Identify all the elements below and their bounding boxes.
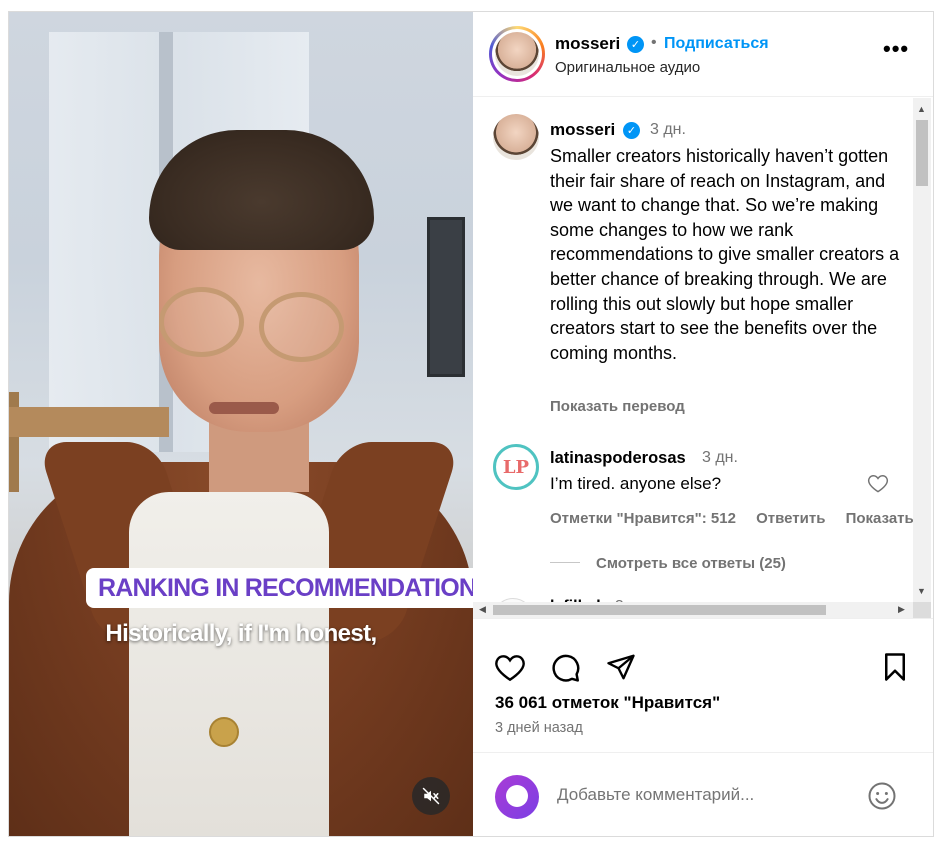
avatar <box>495 32 539 76</box>
comment-likes-count[interactable]: Отметки "Нравится": 512 <box>550 510 736 527</box>
replies-divider <box>550 562 580 563</box>
likes-count[interactable]: 36 061 отметок "Нравится" <box>495 693 720 713</box>
audio-link[interactable]: Оригинальное аудио <box>555 59 700 76</box>
verified-icon: ✓ <box>623 122 640 139</box>
post-panel: mosseri ✓ • Подписаться Оригинальное ауд… <box>473 12 933 836</box>
mute-button[interactable] <box>412 777 450 815</box>
glasses-right-lens <box>259 292 344 362</box>
avatar <box>495 775 539 819</box>
video-subtitle: Historically, if I'm honest, <box>105 620 377 647</box>
scrollbar-thumb[interactable] <box>916 120 928 186</box>
show-translation-link[interactable]: Показать перевод <box>550 398 685 415</box>
heart-icon <box>867 474 889 493</box>
comment-meta: Отметки "Нравится": 512 Ответить Показат… <box>550 510 930 527</box>
reel-video[interactable]: RANKING IN RECOMMENDATIONS Historically,… <box>9 12 473 836</box>
follow-button[interactable]: Подписаться <box>664 35 769 53</box>
person-shirt <box>129 492 329 836</box>
bookmark-icon <box>885 653 905 681</box>
horizontal-scrollbar[interactable]: ◀ ▶ <box>473 602 913 618</box>
author-username[interactable]: mosseri <box>555 34 620 54</box>
necklace-pendant <box>209 717 239 747</box>
comment-input[interactable] <box>557 785 817 805</box>
person-hair <box>149 130 374 250</box>
comment-icon <box>552 654 580 682</box>
show-translation-comment-link[interactable]: Показать <box>846 510 914 527</box>
separator-dot: • <box>651 34 657 51</box>
scroll-left-arrow[interactable]: ◀ <box>479 604 486 615</box>
emoji-icon <box>868 782 896 810</box>
comment-button[interactable] <box>550 652 581 688</box>
scroll-up-arrow[interactable]: ▲ <box>917 104 926 114</box>
avatar[interactable] <box>493 114 539 160</box>
post-author-username[interactable]: mosseri <box>550 120 615 140</box>
wall-picture <box>427 217 465 377</box>
share-button[interactable] <box>606 652 636 687</box>
save-button[interactable] <box>881 652 909 687</box>
author-avatar-story-ring[interactable] <box>489 26 545 82</box>
emoji-button[interactable] <box>867 781 897 816</box>
scrollbar-corner <box>913 602 931 618</box>
comment-like-button[interactable] <box>867 473 889 498</box>
comments-scroll-area[interactable]: mosseri ✓ 3 дн. Smaller creators histori… <box>473 98 933 618</box>
heart-icon <box>495 655 525 682</box>
scroll-right-arrow[interactable]: ▶ <box>898 604 905 615</box>
vertical-scrollbar[interactable]: ▲ ▼ <box>913 98 931 602</box>
avatar-initials: LP <box>502 456 530 478</box>
scrollbar-thumb[interactable] <box>493 605 826 615</box>
comment-username[interactable]: latinaspoderosas <box>550 449 686 468</box>
glasses-left-lens <box>159 287 244 357</box>
scroll-down-arrow[interactable]: ▼ <box>917 586 926 596</box>
video-title-badge: RANKING IN RECOMMENDATIONS <box>86 568 473 608</box>
mute-icon <box>422 787 440 805</box>
comment-timestamp[interactable]: 3 дн. <box>702 449 738 467</box>
like-button[interactable] <box>494 652 526 687</box>
view-replies-button[interactable]: Смотреть все ответы (25) <box>596 555 786 572</box>
person-mouth <box>209 402 279 414</box>
post-date[interactable]: 3 дней назад <box>495 720 583 736</box>
post-modal: RANKING IN RECOMMENDATIONS Historically,… <box>8 11 934 837</box>
post-timestamp[interactable]: 3 дн. <box>650 121 686 139</box>
post-header: mosseri ✓ • Подписаться Оригинальное ауд… <box>473 12 933 97</box>
reply-button[interactable]: Ответить <box>756 510 825 527</box>
share-icon <box>607 654 635 680</box>
add-comment-bar <box>473 752 933 836</box>
comment-text: I’m tired. anyone else? <box>550 474 722 493</box>
post-caption: Smaller creators historically haven’t go… <box>550 146 900 363</box>
shelf <box>9 407 169 437</box>
comment-avatar[interactable]: LP <box>493 444 539 490</box>
verified-icon: ✓ <box>627 36 644 53</box>
more-icon[interactable]: ••• <box>883 36 909 62</box>
post-actions: 36 061 отметок "Нравится" 3 дней назад <box>473 618 933 738</box>
